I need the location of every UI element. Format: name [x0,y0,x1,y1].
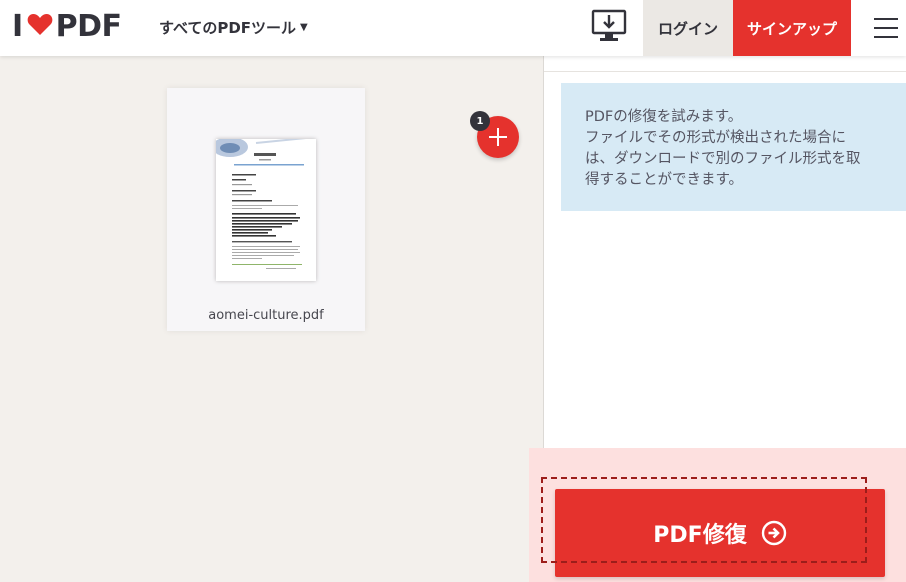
top-header: I PDF すべてのPDFツール ▼ ログイン サインアップ [0,0,906,56]
info-line: 得することができます。 [585,172,744,188]
repair-info-box: PDFの修復を試みます。 ファイルでその形式が検出された場合に は、ダウンロード… [561,83,906,211]
desktop-download-button[interactable] [584,0,634,56]
info-line: ファイルでその形式が検出された場合に [585,130,846,146]
options-sidebar: PDFの修復を試みます。 ファイルでその形式が検出された場合に は、ダウンロード… [529,56,906,582]
login-button[interactable]: ログイン [643,0,733,56]
file-card[interactable]: aomei-culture.pdf [167,88,365,331]
signup-button[interactable]: サインアップ [733,0,851,56]
all-pdf-tools-menu[interactable]: すべてのPDFツール ▼ [159,17,308,38]
info-line: PDFの修復を試みます。 [585,109,743,125]
desktop-download-icon [591,9,627,47]
caret-down-icon: ▼ [300,22,308,33]
info-line: は、ダウンロードで別のファイル形式を取 [585,151,861,167]
hamburger-menu-icon[interactable] [866,14,906,42]
arrow-right-circle-icon [761,520,787,546]
sidebar-divider [544,71,906,72]
repair-pdf-button[interactable]: PDF修復 [555,489,885,577]
heart-logo-icon [27,9,53,44]
ilovepdf-logo[interactable]: I PDF [12,8,122,44]
all-pdf-tools-label: すべてのPDFツール [159,19,297,37]
file-count-badge: 1 [470,111,490,131]
file-workspace: aomei-culture.pdf 1 [0,56,543,582]
repair-pdf-label: PDF修復 [653,523,747,548]
pdf-thumbnail [216,139,316,281]
logo-suffix: PDF [55,8,122,44]
process-action-area: PDF修復 [529,448,906,582]
file-name: aomei-culture.pdf [208,308,324,323]
logo-prefix: I [12,8,23,44]
